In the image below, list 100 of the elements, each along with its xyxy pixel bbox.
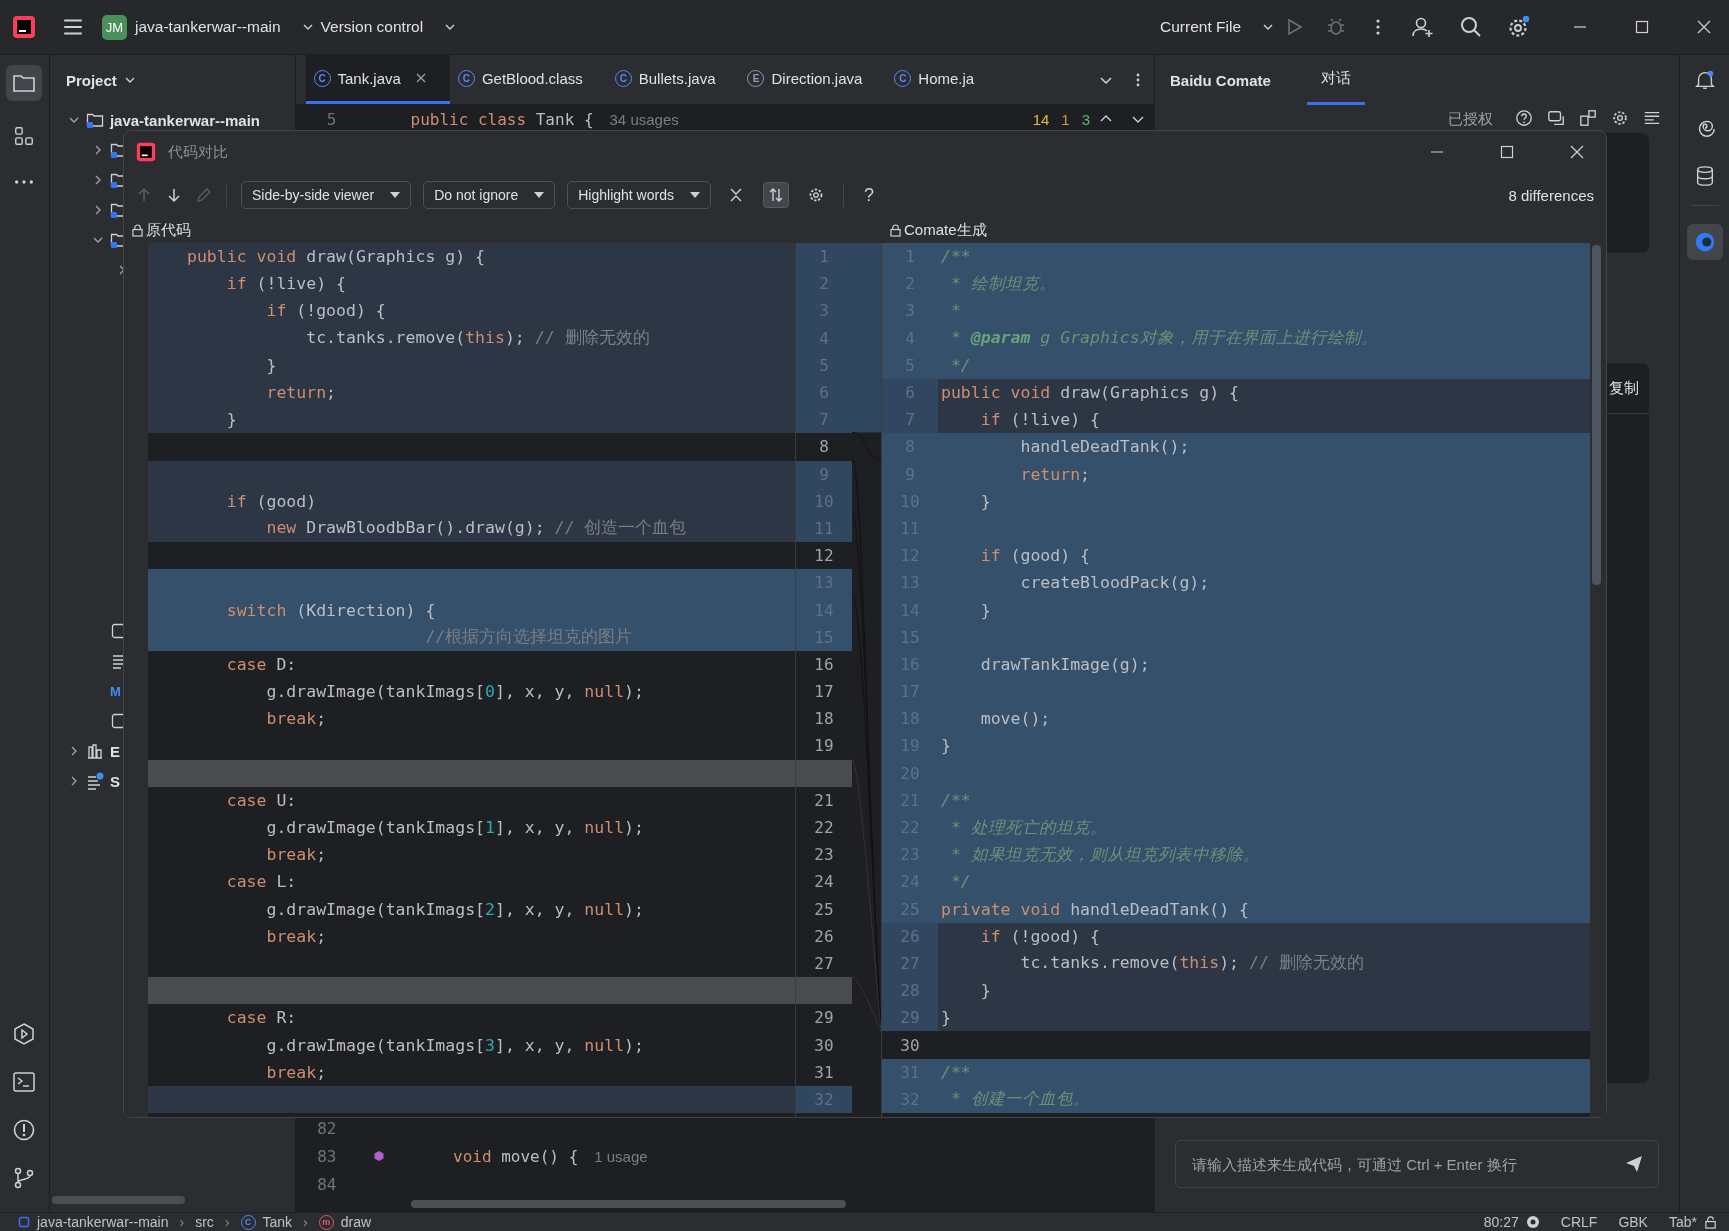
tree-item-label[interactable]: E bbox=[109, 742, 120, 760]
copy-button[interactable]: 复制 bbox=[1603, 377, 1646, 399]
tool-window-title[interactable]: Project bbox=[59, 70, 123, 90]
run-configuration-selector[interactable]: Current File bbox=[1152, 14, 1249, 40]
code-line: * 如果坦克无效，则从坦克列表中移除。 bbox=[949, 843, 1260, 866]
chevron-down-icon[interactable] bbox=[302, 22, 313, 32]
code-line: drawTankImage(g); bbox=[979, 654, 1150, 674]
breadcrumb-separator: › bbox=[179, 1214, 185, 1230]
settings-icon[interactable] bbox=[807, 187, 824, 203]
code-line: tc.tanks.remove(this); // 删除无效的 bbox=[305, 327, 650, 350]
editor-tab[interactable]: C Tank.java bbox=[305, 55, 450, 104]
chat-icon[interactable] bbox=[1547, 109, 1566, 127]
line-number: 5 bbox=[325, 109, 337, 129]
code-line: break; bbox=[265, 1062, 327, 1082]
prompt-field[interactable]: 请输入描述来生成代码，可通过 Ctrl + Enter 换行 bbox=[1190, 1154, 1617, 1174]
panel-tab[interactable]: 对话 bbox=[1306, 55, 1365, 105]
file-encoding[interactable]: GBK bbox=[1618, 1214, 1648, 1230]
maximize-icon[interactable] bbox=[1635, 20, 1649, 34]
code-line: return; bbox=[1019, 464, 1090, 484]
editor-tab[interactable]: C Bullets.java bbox=[606, 55, 740, 104]
dropdown[interactable]: Side-by-side viewer bbox=[241, 181, 412, 209]
caret-icon[interactable] bbox=[390, 192, 401, 198]
repository-name-menu[interactable]: java-tankerwar--main bbox=[127, 14, 289, 40]
usages-hint[interactable]: 1 usage bbox=[594, 1147, 648, 1165]
usages-hint[interactable]: 34 usages bbox=[609, 110, 679, 128]
breadcrumb[interactable]: java-tankerwar--main bbox=[37, 1214, 169, 1230]
breadcrumb-separator: › bbox=[303, 1214, 308, 1230]
list-icon[interactable] bbox=[1643, 109, 1662, 127]
caret-icon[interactable] bbox=[689, 192, 700, 198]
settings-icon[interactable] bbox=[1507, 15, 1531, 39]
app-logo-icon[interactable] bbox=[12, 15, 36, 39]
bell-icon[interactable] bbox=[1693, 69, 1716, 91]
code-line: } bbox=[225, 410, 237, 430]
inspection-count[interactable]: 14 bbox=[1032, 110, 1050, 128]
chevron-down-icon[interactable] bbox=[124, 75, 135, 85]
search-icon[interactable] bbox=[1459, 15, 1483, 39]
version-control-menu[interactable]: Version control bbox=[312, 14, 432, 40]
editor-tab[interactable]: E Direction.java bbox=[739, 55, 887, 104]
caret-icon[interactable] bbox=[534, 192, 545, 198]
structure-icon[interactable] bbox=[13, 125, 36, 147]
scrollbar[interactable] bbox=[1592, 245, 1601, 585]
line-number: 83 bbox=[316, 1146, 337, 1166]
inspection-count[interactable]: 3 bbox=[1081, 110, 1090, 128]
help-button[interactable]: ? bbox=[857, 183, 880, 207]
line-number: 30 bbox=[900, 1035, 920, 1055]
dropdown[interactable]: Do not ignore bbox=[423, 181, 556, 209]
lock-icon[interactable] bbox=[1704, 1215, 1717, 1229]
chevron-down-icon[interactable] bbox=[445, 22, 456, 32]
add-user-icon[interactable] bbox=[1411, 15, 1435, 39]
prompt-input[interactable]: 请输入描述来生成代码，可通过 Ctrl + Enter 换行 bbox=[1175, 1140, 1660, 1188]
ring-logo-icon[interactable] bbox=[1693, 231, 1716, 253]
line-number: 17 bbox=[814, 682, 834, 702]
menu-icon[interactable] bbox=[62, 16, 84, 38]
line-number: 12 bbox=[814, 546, 834, 566]
breadcrumb[interactable]: Tank bbox=[262, 1214, 293, 1230]
maven-icon: M bbox=[109, 683, 121, 699]
debug-icon[interactable] bbox=[1326, 17, 1346, 37]
arrow-down-icon[interactable] bbox=[166, 187, 182, 203]
code-line: if (!good) { bbox=[265, 301, 386, 321]
sync-icon[interactable] bbox=[1525, 1215, 1540, 1229]
line-separator[interactable]: CRLF bbox=[1560, 1214, 1598, 1230]
terminal-icon[interactable] bbox=[12, 1070, 37, 1094]
tree-item-label[interactable]: java-tankerwar--main bbox=[109, 111, 260, 129]
code-line: switch (Kdirection) { bbox=[225, 600, 436, 620]
toggle-button[interactable] bbox=[762, 182, 789, 208]
dropdown[interactable]: Highlight words bbox=[567, 181, 711, 209]
help-icon[interactable] bbox=[1515, 109, 1534, 127]
code-line: } bbox=[979, 600, 991, 620]
code-line: * 绘制坦克。 bbox=[949, 272, 1056, 295]
layout-icon[interactable] bbox=[1579, 109, 1598, 127]
hexagon-icon[interactable] bbox=[372, 1150, 385, 1162]
scrollbar[interactable] bbox=[410, 1200, 846, 1208]
line-number: 82 bbox=[316, 1118, 337, 1138]
close-icon[interactable] bbox=[1697, 20, 1711, 34]
problems-icon[interactable] bbox=[12, 1118, 37, 1142]
code-line: void move() { bbox=[452, 1146, 579, 1166]
indent-setting[interactable]: Tab* bbox=[1668, 1214, 1697, 1230]
caret-position[interactable]: 80:27 bbox=[1483, 1214, 1519, 1230]
project-initials[interactable]: JM bbox=[102, 14, 127, 40]
code-line: /** bbox=[940, 247, 971, 267]
sync-scroll-icon[interactable] bbox=[767, 187, 784, 203]
code-line: createBloodPack(g); bbox=[1019, 573, 1210, 593]
editor-tab[interactable]: C Home.ja bbox=[886, 55, 999, 104]
maximize-icon[interactable] bbox=[1500, 145, 1514, 159]
scrollbar[interactable] bbox=[51, 1196, 185, 1204]
send-icon[interactable] bbox=[1624, 1154, 1645, 1174]
settings-icon[interactable] bbox=[1611, 109, 1630, 127]
breadcrumb[interactable]: draw bbox=[340, 1214, 372, 1230]
close-icon[interactable] bbox=[415, 73, 426, 83]
inspection-count[interactable]: 1 bbox=[1061, 110, 1070, 128]
chevron-down-icon[interactable] bbox=[1263, 22, 1273, 32]
close-icon[interactable] bbox=[1570, 145, 1584, 159]
project-tool-button[interactable] bbox=[6, 65, 43, 101]
breadcrumb[interactable]: src bbox=[195, 1214, 214, 1230]
comate-tool-button[interactable] bbox=[1686, 224, 1723, 260]
run-icon[interactable] bbox=[12, 1022, 37, 1046]
pane-title: 原代码 bbox=[146, 220, 191, 240]
code-line: public class Tank { bbox=[410, 109, 594, 129]
tree-item-label[interactable]: S bbox=[109, 772, 120, 790]
editor-tab[interactable]: C GetBlood.class bbox=[449, 55, 607, 104]
